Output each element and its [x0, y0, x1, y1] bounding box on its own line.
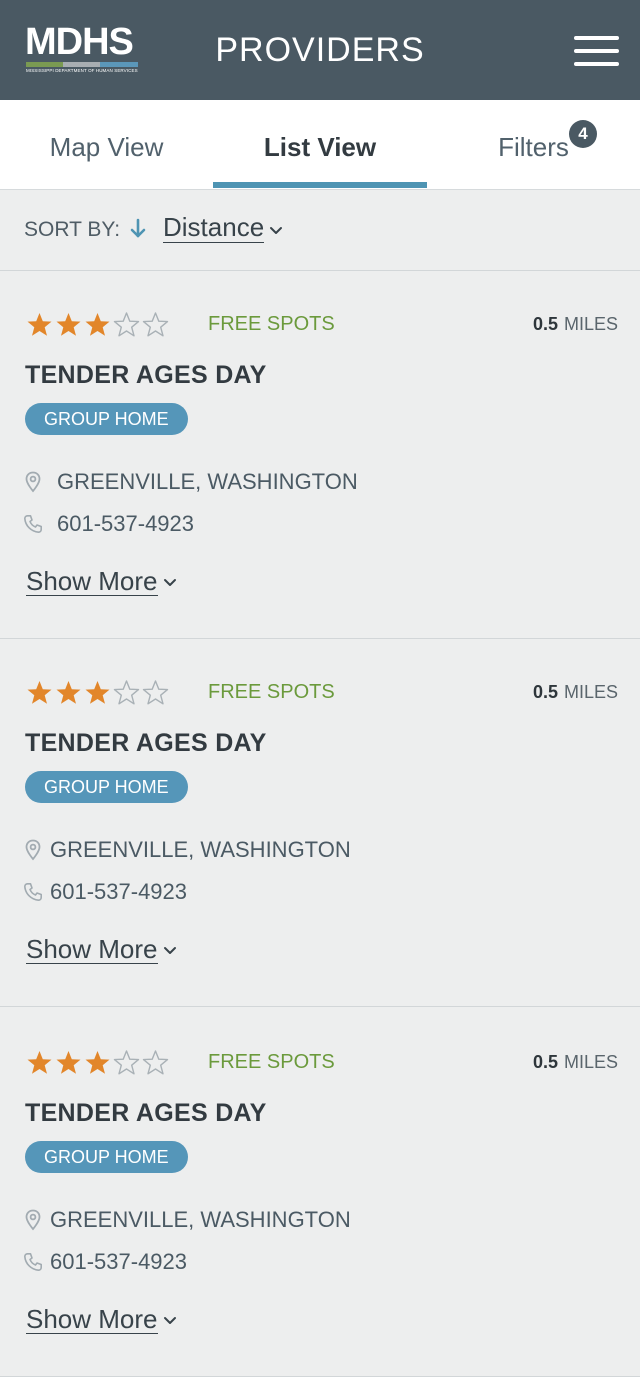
provider-name[interactable]: TENDER AGES DAY — [25, 729, 267, 758]
tab-list-view[interactable]: List View — [213, 100, 427, 189]
chevron-down-icon[interactable] — [162, 1315, 178, 1327]
star-filled-icon — [56, 1051, 81, 1074]
distance: 0.5 MILES — [533, 1052, 618, 1073]
star-filled-icon — [85, 681, 110, 704]
location-pin-icon — [25, 839, 41, 861]
distance-unit: MILES — [563, 314, 618, 334]
location-text: GREENVILLE, WASHINGTON — [50, 837, 351, 862]
chevron-down-icon[interactable] — [162, 577, 178, 589]
phone-icon — [24, 1253, 42, 1271]
phone-icon — [24, 515, 42, 533]
provider-name[interactable]: TENDER AGES DAY — [25, 1099, 267, 1128]
location-text: GREENVILLE, WASHINGTON — [57, 469, 358, 494]
distance: 0.5 MILES — [533, 314, 618, 335]
chevron-down-icon[interactable] — [162, 945, 178, 957]
star-filled-icon — [56, 681, 81, 704]
availability-label: FREE SPOTS — [208, 1051, 335, 1073]
star-filled-icon — [27, 313, 52, 336]
star-filled-icon — [85, 313, 110, 336]
distance-value: 0.5 — [532, 682, 558, 702]
location-pin-icon — [25, 1209, 41, 1231]
sort-bar: SORT BY: Distance — [0, 190, 640, 271]
location-row: GREENVILLE, WASHINGTON — [24, 1207, 351, 1233]
star-filled-icon — [27, 681, 52, 704]
phone-text: 601-537-4923 — [50, 879, 188, 904]
sort-label: SORT BY: — [24, 218, 121, 241]
phone-text: 601-537-4923 — [50, 1249, 188, 1274]
sort-dropdown[interactable]: Distance — [163, 212, 265, 243]
show-more-link[interactable]: Show More — [26, 567, 158, 596]
arrow-down-icon[interactable] — [128, 217, 148, 241]
active-tab-indicator — [213, 182, 427, 188]
phone-row[interactable]: 601-537-4923 — [23, 511, 194, 537]
distance: 0.5 MILES — [533, 682, 618, 703]
location-row: GREENVILLE, WASHINGTON — [24, 469, 358, 495]
star-empty-icon — [113, 1050, 140, 1075]
provider-name[interactable]: TENDER AGES DAY — [25, 361, 267, 390]
availability-label: FREE SPOTS — [208, 681, 335, 703]
logo-subtitle: MISSISSIPPI DEPARTMENT OF HUMAN SERVICES — [26, 68, 138, 73]
hamburger-menu-icon[interactable] — [570, 34, 620, 68]
filters-count-badge: 4 — [569, 120, 597, 148]
star-empty-icon — [113, 312, 140, 337]
app-header: MDHS MISSISSIPPI DEPARTMENT OF HUMAN SER… — [0, 0, 640, 100]
show-more-link[interactable]: Show More — [26, 1305, 158, 1334]
provider-card[interactable]: FREE SPOTS 0.5 MILES TENDER AGES DAY GROU… — [0, 639, 640, 1007]
phone-text: 601-537-4923 — [57, 511, 195, 536]
view-tabs: Map View List View Filters — [0, 100, 640, 190]
distance-unit: MILES — [563, 682, 618, 702]
availability-label: FREE SPOTS — [208, 313, 335, 335]
chevron-down-icon[interactable] — [268, 225, 284, 237]
star-empty-icon — [142, 312, 169, 337]
star-empty-icon — [142, 1050, 169, 1075]
star-filled-icon — [85, 1051, 110, 1074]
phone-row[interactable]: 601-537-4923 — [23, 1249, 187, 1275]
provider-type-badge: GROUP HOME — [25, 771, 188, 803]
location-row: GREENVILLE, WASHINGTON — [24, 837, 351, 863]
show-more-link[interactable]: Show More — [26, 935, 158, 964]
location-text: GREENVILLE, WASHINGTON — [50, 1207, 351, 1232]
star-rating — [25, 1049, 170, 1077]
location-pin-icon — [25, 471, 41, 493]
star-rating — [25, 311, 170, 339]
star-rating — [25, 679, 170, 707]
distance-unit: MILES — [563, 1052, 618, 1072]
tab-map-view[interactable]: Map View — [0, 100, 213, 189]
star-filled-icon — [27, 1051, 52, 1074]
phone-icon — [24, 883, 42, 901]
provider-card[interactable]: FREE SPOTS 0.5 MILES TENDER AGES DAY GROU… — [0, 271, 640, 639]
provider-card[interactable]: FREE SPOTS 0.5 MILES TENDER AGES DAY GROU… — [0, 1009, 640, 1377]
tab-filters[interactable]: Filters — [427, 100, 640, 189]
star-empty-icon — [142, 680, 169, 705]
star-filled-icon — [56, 313, 81, 336]
distance-value: 0.5 — [532, 1052, 558, 1072]
logo-text: MDHS — [25, 21, 134, 63]
provider-type-badge: GROUP HOME — [25, 403, 188, 435]
provider-type-badge: GROUP HOME — [25, 1141, 188, 1173]
star-empty-icon — [113, 680, 140, 705]
logo-color-bars — [26, 62, 138, 67]
distance-value: 0.5 — [532, 314, 558, 334]
mdhs-logo[interactable]: MDHS MISSISSIPPI DEPARTMENT OF HUMAN SER… — [25, 22, 140, 78]
phone-row[interactable]: 601-537-4923 — [23, 879, 187, 905]
